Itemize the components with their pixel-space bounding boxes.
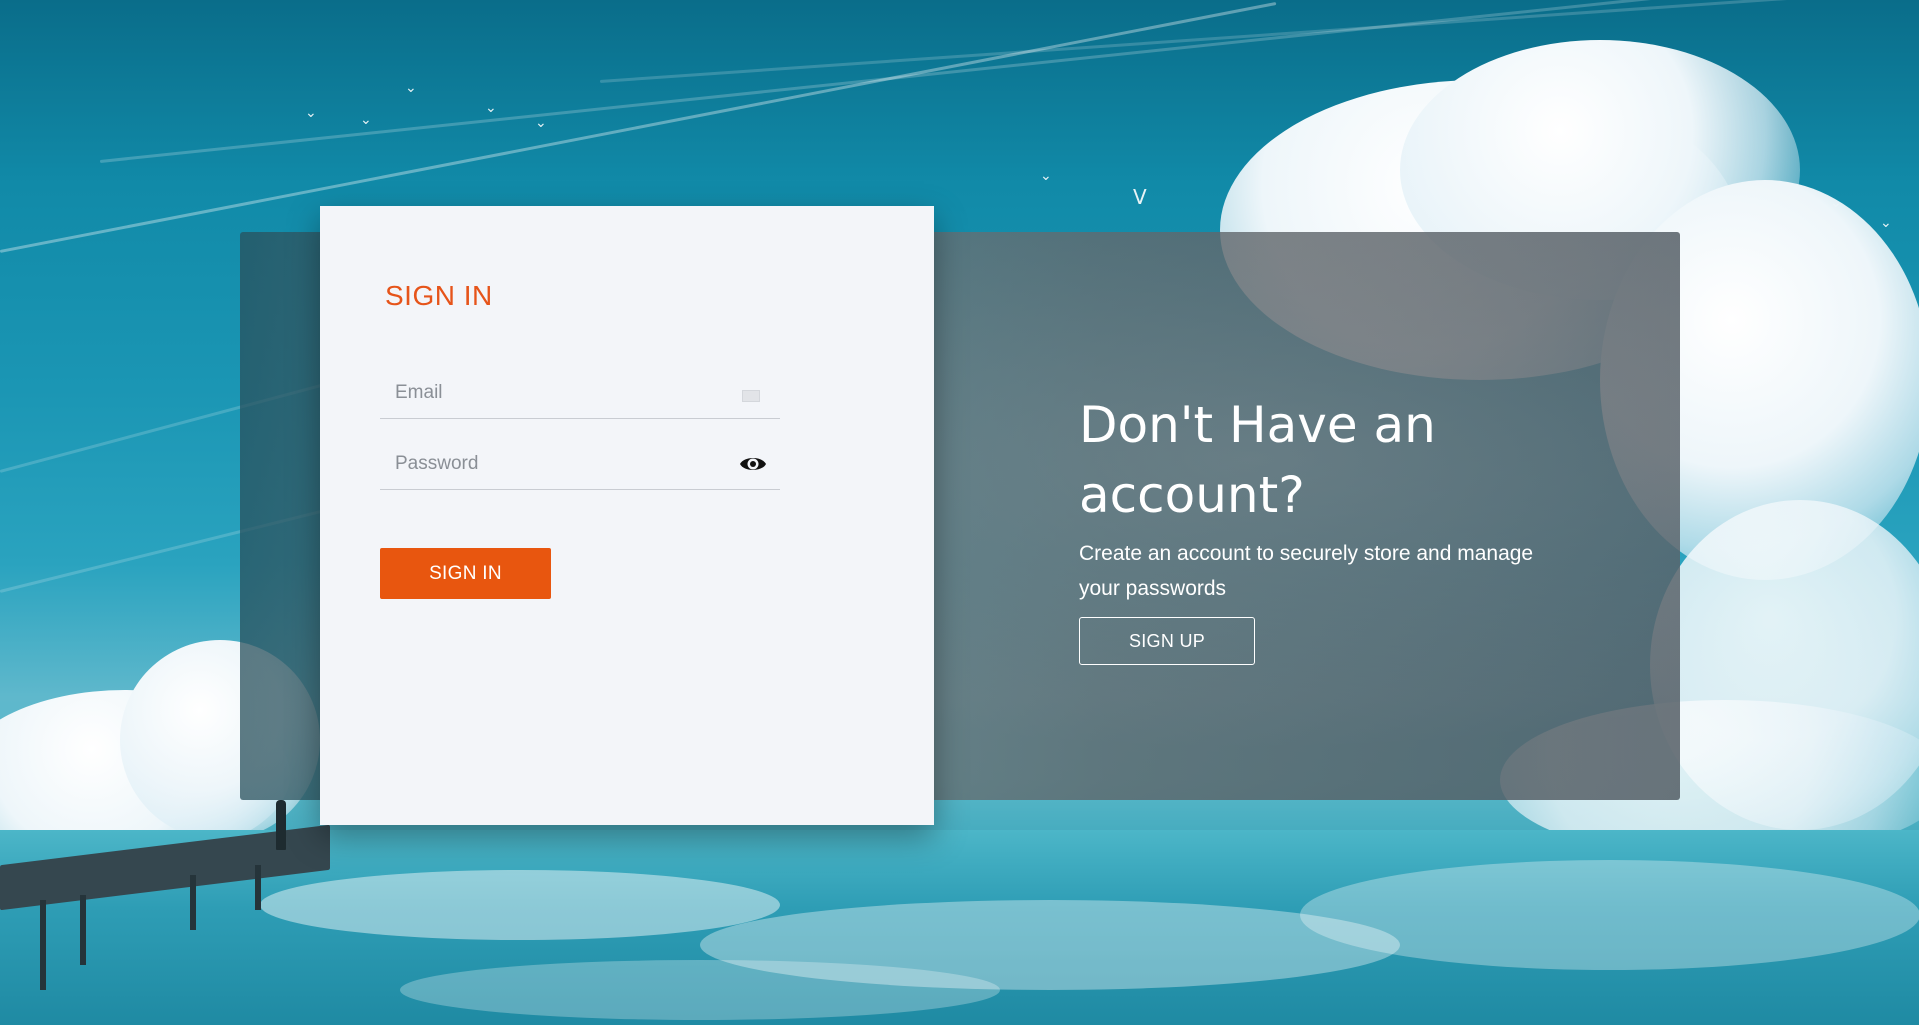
- bird-icon: ⌄: [360, 112, 372, 128]
- pier-post: [80, 895, 86, 965]
- pier-post: [255, 865, 261, 910]
- page-background: ⌄ ⌄ ⌄ ⌄ ⌄ ⌄ V V ⌄ ⌄ Don't Have an accoun…: [0, 0, 1919, 1025]
- signin-button[interactable]: SIGN IN: [380, 548, 551, 599]
- bird-icon: ⌄: [305, 105, 317, 121]
- person-silhouette: [276, 800, 286, 850]
- bird-icon: ⌄: [405, 80, 417, 96]
- bird-icon: ⌄: [485, 100, 497, 116]
- signup-button[interactable]: SIGN UP: [1079, 617, 1255, 665]
- signup-heading: Don't Have an account?: [1079, 396, 1436, 524]
- sea-reflection: [1300, 860, 1919, 970]
- signup-panel: Don't Have an account? Create an account…: [1079, 390, 1599, 690]
- mail-icon: [742, 390, 760, 402]
- bird-icon: ⌄: [1880, 215, 1892, 231]
- eye-icon[interactable]: [739, 454, 767, 474]
- email-field: [380, 370, 780, 419]
- pier-post: [40, 900, 46, 990]
- bird-icon: ⌄: [535, 115, 547, 131]
- sea-reflection: [260, 870, 780, 940]
- bird-icon: ⌄: [1040, 168, 1052, 184]
- sea-reflection: [400, 960, 1000, 1020]
- password-input[interactable]: [380, 441, 735, 487]
- bird-icon: V: [1133, 185, 1147, 209]
- signup-description: Create an account to securely store and …: [1079, 542, 1534, 600]
- pier-post: [190, 875, 196, 930]
- signin-card: SIGN IN SIGN IN: [320, 206, 934, 825]
- signin-title: SIGN IN: [385, 280, 493, 311]
- password-field: [380, 441, 780, 490]
- email-input[interactable]: [380, 370, 735, 416]
